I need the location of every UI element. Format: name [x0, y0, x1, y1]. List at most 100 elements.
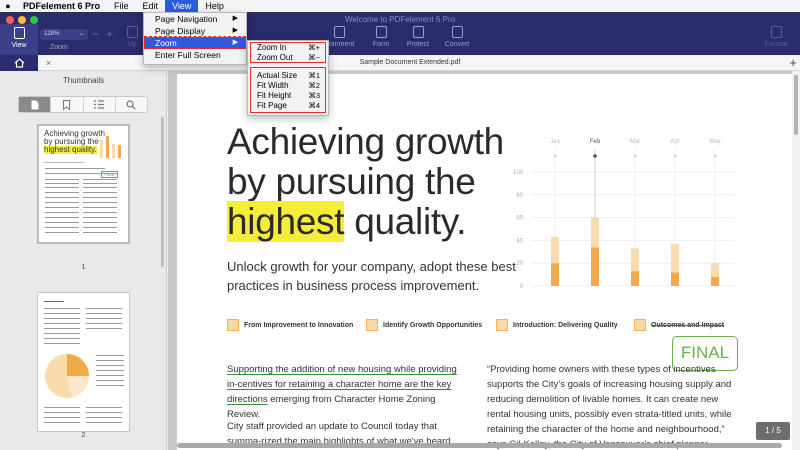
shortcut-label: ⌘+	[308, 43, 320, 52]
form-button[interactable]: Form	[361, 26, 401, 48]
format-button[interactable]: Format	[756, 26, 796, 48]
home-tab[interactable]	[0, 55, 38, 71]
thumb-line	[44, 162, 84, 163]
menu-item-label: Zoom In	[257, 43, 287, 52]
protect-button[interactable]: Protect	[398, 26, 438, 48]
menu-edit[interactable]: Edit	[136, 0, 166, 12]
thumb-final-stamp: FINAL	[101, 171, 119, 178]
apple-icon[interactable]: ●	[0, 1, 16, 11]
search-icon	[126, 99, 137, 110]
tab-search[interactable]	[116, 97, 147, 112]
view-button[interactable]: View	[0, 24, 38, 55]
convert-button[interactable]: Convert	[437, 26, 477, 48]
bar-segment	[671, 243, 679, 273]
thumbnail-2-label: 2	[81, 432, 86, 439]
zoom-out-icon[interactable]: −	[92, 27, 99, 41]
chevron-right-icon: ▶	[232, 39, 238, 46]
feature-icon	[634, 319, 646, 331]
feature-label: Introduction: Delivering Quality	[513, 321, 618, 329]
sidebar-scrollbar[interactable]	[161, 117, 164, 267]
menu-item-label: Fit Width	[257, 81, 289, 90]
category-marker	[593, 154, 597, 158]
feature-icon	[227, 319, 239, 331]
document-area: Achieving growth by pursuing the highest…	[168, 71, 800, 450]
protect-label: Protect	[406, 41, 430, 48]
menu-item-fit-height[interactable]: Fit Height ⌘3	[248, 91, 328, 101]
bar-segment	[591, 247, 599, 286]
headline-line-2: by pursuing the	[227, 161, 476, 202]
page-thumbnail-2[interactable]	[37, 292, 130, 432]
menu-item-zoom-in[interactable]: Zoom In ⌘+	[248, 43, 328, 53]
view-menu: Page Navigation ▶ Page Display ▶ Zoom ▶ Ent…	[143, 12, 247, 65]
category-marker	[553, 154, 557, 158]
bar-segment	[551, 263, 559, 286]
y-tick-label: 0	[520, 284, 524, 290]
zoom-submenu: Zoom In ⌘+ Zoom Out ⌘− Actual Size ⌘1 Fit W…	[247, 40, 329, 116]
menu-item-full-screen[interactable]: Enter Full Screen	[144, 49, 246, 61]
tab-thumbnails[interactable]	[19, 97, 52, 112]
new-tab-icon[interactable]: +	[789, 55, 797, 70]
menu-view[interactable]: View	[165, 0, 199, 12]
feature-item: Introduction: Delivering Quality	[496, 319, 618, 331]
menu-item-actual-size[interactable]: Actual Size ⌘1	[248, 71, 328, 81]
app-menu[interactable]: PDFelement 6 Pro	[16, 0, 107, 12]
form-icon	[375, 26, 387, 38]
menu-file[interactable]: File	[107, 0, 136, 12]
menu-bar: ● PDFelement 6 Pro File Edit View Help	[0, 0, 800, 12]
feature-icon	[496, 319, 508, 331]
menu-item-fit-width[interactable]: Fit Width ⌘2	[248, 81, 328, 91]
page-thumbnail-1[interactable]: Achieving growth by pursuing the highest…	[37, 124, 130, 244]
thumb-pie-chart	[45, 354, 89, 398]
toolbar: Welcome to PDFelement 6 Pro View 128% ⌄ …	[0, 12, 800, 55]
menu-item-label: Page Display	[155, 26, 206, 36]
menu-item-page-navigation[interactable]: Page Navigation ▶	[144, 13, 246, 25]
chevron-down-icon: ⌄	[78, 31, 84, 37]
bar-segment	[671, 272, 679, 286]
menu-item-page-display[interactable]: Page Display ▶	[144, 25, 246, 37]
menu-item-zoom[interactable]: Zoom ▶	[144, 37, 246, 49]
menu-item-label: Actual Size	[257, 71, 298, 80]
shortcut-label: ⌘3	[308, 91, 320, 100]
feature-label: From Improvement to Innovation	[244, 321, 354, 329]
horizontal-scrollbar[interactable]	[177, 443, 782, 448]
thumb-chart	[100, 136, 121, 158]
menu-item-label: Fit Height	[257, 91, 292, 100]
menu-item-label: Zoom Out	[257, 53, 293, 62]
feature-item-struck: Outcomes and Impact	[634, 319, 724, 331]
thumbnail-1-label: 1	[81, 264, 86, 271]
zoom-label: Zoom	[50, 44, 68, 51]
bar-segment	[711, 263, 719, 277]
menu-help[interactable]: Help	[198, 0, 231, 12]
close-tab-icon[interactable]: ×	[46, 55, 51, 71]
format-icon	[770, 26, 782, 38]
y-tick-label: 80	[516, 193, 523, 199]
y-tick-label: 60	[516, 216, 523, 222]
pdf-page[interactable]: Achieving growth by pursuing the highest…	[177, 74, 798, 450]
headline-line-1: Achieving growth	[227, 121, 504, 162]
view-icon	[13, 27, 25, 39]
tab-strip: × Sample Document Extended.pdf +	[0, 55, 800, 71]
bar-segment	[711, 276, 719, 286]
lock-icon	[412, 26, 424, 38]
bookmark-icon	[63, 99, 71, 110]
chevron-right-icon: ▶	[232, 15, 238, 22]
zoom-select[interactable]: 128% ⌄	[40, 29, 88, 40]
x-tick-label: Feb	[590, 139, 601, 145]
scroll-knob[interactable]	[794, 75, 798, 135]
shortcut-label: ⌘4	[308, 101, 320, 110]
document-tab-title: Sample Document Extended.pdf	[359, 59, 461, 66]
menu-item-zoom-out[interactable]: Zoom Out ⌘−	[248, 53, 328, 63]
right-column-quote: “Providing home owners with these types …	[487, 364, 732, 450]
tab-bookmarks[interactable]	[51, 97, 84, 112]
shortcut-label: ⌘−	[308, 53, 320, 62]
sidebar-title: Thumbnails	[62, 76, 105, 85]
menu-item-label: Zoom	[155, 38, 177, 48]
menu-item-fit-page[interactable]: Fit Page ⌘4	[248, 101, 328, 111]
feature-item: From Improvement to Innovation	[227, 319, 353, 331]
format-label: Format	[764, 41, 788, 48]
page-indicator: 1 / 5	[756, 422, 790, 440]
vertical-scrollbar[interactable]	[792, 71, 800, 450]
window-title: Welcome to PDFelement 6 Pro	[344, 15, 456, 24]
tab-outline[interactable]	[84, 97, 116, 112]
headline-line-3: highest quality.	[227, 201, 504, 242]
